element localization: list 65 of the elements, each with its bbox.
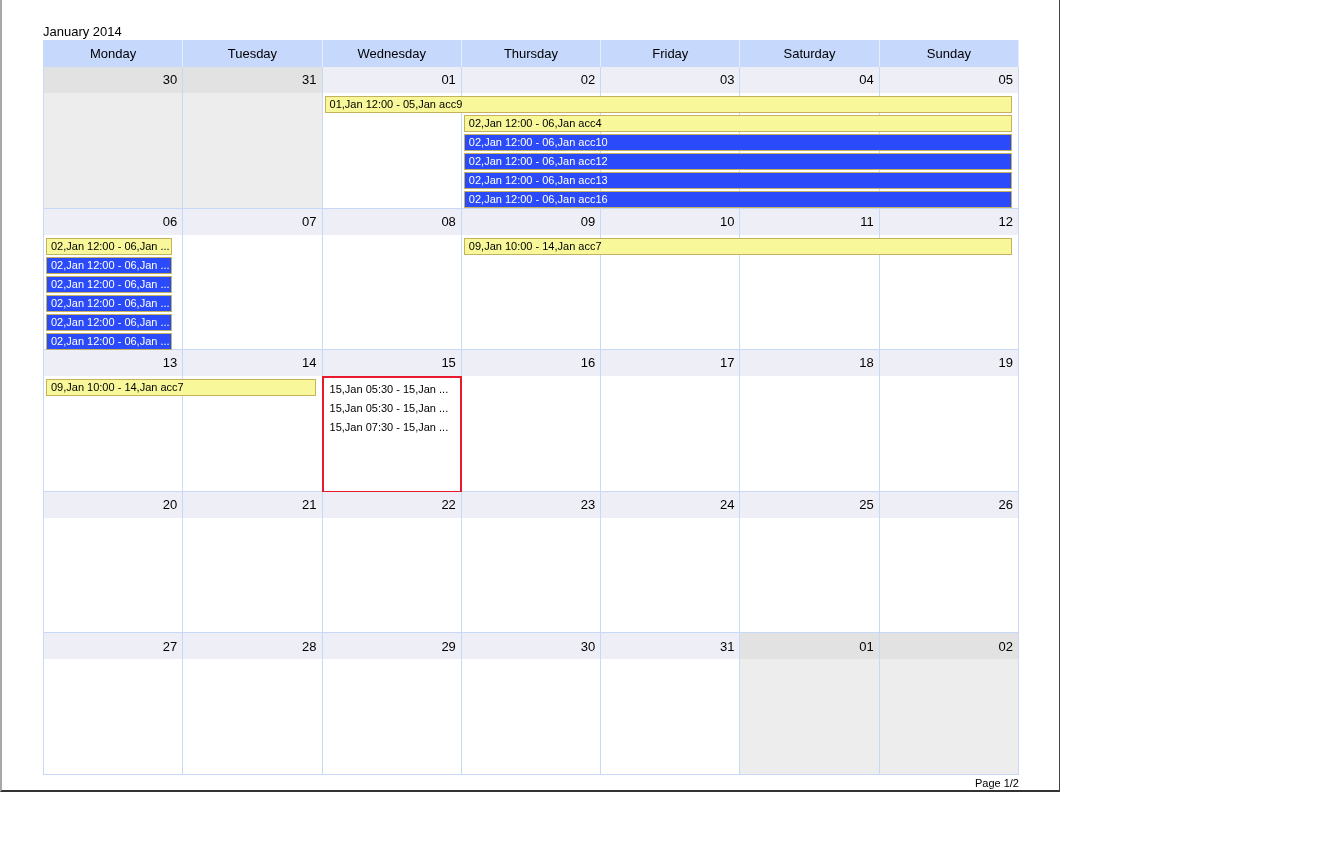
event-label[interactable]: 15,Jan 05:30 - 15,Jan ... [329, 400, 449, 418]
day-number: 22 [322, 491, 461, 518]
day-number: 02 [879, 633, 1018, 660]
event-bar[interactable]: 02,Jan 12:00 - 06,Jan acc4 [463, 115, 1012, 132]
weekday-header: Wednesday [322, 40, 462, 67]
event-bar[interactable]: 02,Jan 12:00 - 06,Jan ... [46, 332, 173, 350]
day-number: 11 [740, 208, 879, 235]
day-number: 14 [183, 350, 322, 377]
day-number: 30 [44, 67, 183, 93]
day-number: 12 [879, 208, 1018, 235]
day-number: 31 [601, 633, 740, 660]
day-number: 06 [44, 208, 183, 235]
day-number: 18 [740, 350, 879, 377]
day-number: 04 [740, 67, 879, 93]
day-number: 19 [879, 350, 1018, 377]
day-number: 01 [322, 67, 461, 93]
event-bar[interactable]: 02,Jan 12:00 - 06,Jan ... [46, 313, 173, 331]
day-number: 05 [879, 67, 1018, 93]
day-number: 23 [461, 491, 601, 518]
day-number: 31 [183, 67, 322, 93]
weekday-header: Tuesday [183, 40, 323, 67]
event-label[interactable]: 15,Jan 05:30 - 15,Jan ... [329, 381, 449, 399]
event-bar[interactable]: 01,Jan 12:00 - 05,Jan acc9 [324, 96, 1012, 113]
event-bar[interactable]: 02,Jan 12:00 - 06,Jan ... [46, 275, 173, 293]
day-number: 21 [183, 491, 322, 518]
day-number: 27 [44, 633, 183, 660]
day-number: 26 [879, 491, 1018, 518]
weekday-header: Friday [601, 40, 741, 67]
day-number: 03 [601, 67, 740, 93]
day-number: 09 [461, 208, 601, 235]
weekday-header: Monday [44, 40, 184, 67]
event-bar[interactable]: 02,Jan 12:00 - 06,Jan acc12 [463, 153, 1012, 170]
day-number: 30 [461, 633, 601, 660]
day-number: 25 [740, 491, 879, 518]
day-number: 07 [183, 208, 322, 235]
day-cell[interactable] [740, 659, 879, 774]
day-number: 16 [461, 350, 601, 377]
day-number: 02 [461, 67, 601, 93]
event-bar[interactable]: 02,Jan 12:00 - 06,Jan acc13 [463, 172, 1012, 189]
event-label[interactable]: 15,Jan 07:30 - 15,Jan ... [329, 419, 449, 437]
event-bar[interactable]: 02,Jan 12:00 - 06,Jan ... [46, 256, 173, 274]
weekday-header: Sunday [879, 40, 1019, 67]
day-cell[interactable] [183, 93, 322, 208]
day-cell[interactable]: 15,Jan 05:30 - 15,Jan ... 15,Jan 05:30 - 15,Jan ... 15,Jan 07:30 - 15,Jan ... [321, 376, 462, 492]
calendar-title: January 2014 [43, 23, 122, 40]
day-number: 13 [44, 350, 183, 377]
day-cell[interactable] [879, 659, 1018, 774]
day-number: 24 [601, 491, 740, 518]
day-number: 28 [183, 633, 322, 660]
day-number: 20 [44, 491, 183, 518]
event-bar[interactable]: 02,Jan 12:00 - 06,Jan ... [46, 237, 173, 255]
event-bar[interactable]: 02,Jan 12:00 - 06,Jan acc10 [463, 134, 1012, 151]
event-bar[interactable]: 02,Jan 12:00 - 06,Jan ... [46, 294, 173, 312]
day-number: 08 [322, 208, 461, 235]
day-number: 29 [322, 633, 461, 660]
page-number: Page 1/2 [974, 777, 1019, 790]
day-number: 10 [601, 208, 740, 235]
event-bar[interactable]: 02,Jan 12:00 - 06,Jan acc16 [463, 191, 1012, 208]
weekday-header: Saturday [740, 40, 880, 67]
day-number: 15 [322, 350, 461, 377]
day-number: 17 [601, 350, 740, 377]
event-bar[interactable]: 09,Jan 10:00 - 14,Jan acc7 [46, 379, 316, 397]
weekday-header: Thursday [461, 40, 602, 67]
day-cell[interactable] [44, 93, 183, 208]
day-number: 01 [740, 633, 879, 660]
